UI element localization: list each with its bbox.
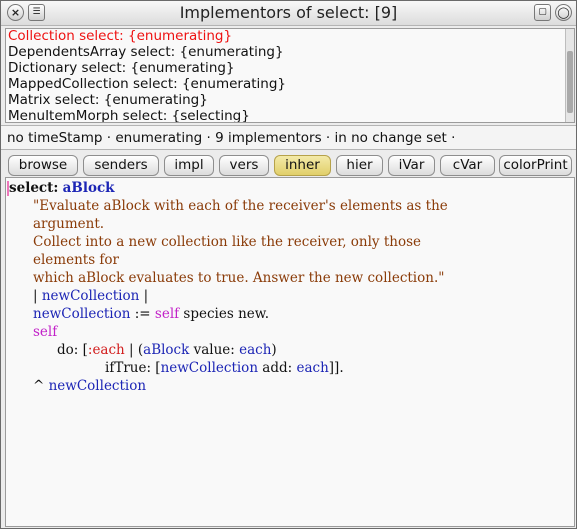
comment-line: "Evaluate aBlock with each of the receiv… — [33, 198, 448, 214]
return-operator: ^ — [33, 378, 49, 394]
iftrue-line: ifTrue: [newCollection add: each]]. — [105, 359, 344, 377]
implementors-window: × ☰ Implementors of select: [9] ▢ ◯ Coll… — [0, 0, 577, 529]
comment-line: elements for — [33, 252, 120, 268]
ivar-button[interactable]: iVar — [388, 155, 435, 176]
colorprint-button[interactable]: colorPrint — [499, 155, 572, 176]
assignment-line: newCollection := self species new. — [33, 305, 269, 323]
implementors-list[interactable]: Collection select: {enumerating} Depende… — [5, 28, 575, 123]
list-scrollbar[interactable] — [565, 29, 574, 122]
expand-icon[interactable]: ◯ — [555, 4, 572, 21]
inher-button[interactable]: inher — [274, 155, 331, 176]
self-receiver-line: self — [33, 324, 58, 340]
window-title: Implementors of select: [9] — [179, 3, 398, 22]
vers-button[interactable]: vers — [219, 155, 269, 176]
temp-variable: newCollection — [41, 288, 140, 304]
list-item[interactable]: Matrix select: {enumerating} — [8, 92, 208, 108]
temporaries-line: | newCollection | — [33, 287, 148, 305]
title-bar[interactable]: × ☰ Implementors of select: [9] ▢ ◯ — [1, 1, 576, 26]
return-line: ^ newCollection — [33, 377, 146, 395]
iftrue-receiver: newCollection — [160, 360, 259, 376]
code-editor[interactable]: select: aBlock "Evaluate aBlock with eac… — [5, 177, 575, 527]
list-item-selected[interactable]: Collection select: {enumerating} — [8, 29, 232, 44]
block-parameter: :each — [87, 342, 125, 358]
temps-close: | — [139, 288, 149, 304]
method-argument: aBlock — [62, 180, 115, 196]
list-scrollbar-thumb[interactable] — [567, 51, 573, 113]
assign-operator: := — [130, 306, 155, 322]
add-keyword: add: — [258, 360, 297, 376]
temps-open: | — [33, 288, 42, 304]
assign-expression: species new. — [179, 306, 270, 322]
cvar-button[interactable]: cVar — [440, 155, 495, 176]
senders-button[interactable]: senders — [83, 155, 159, 176]
return-value: newCollection — [48, 378, 147, 394]
value-keyword: value: — [189, 342, 240, 358]
do-close: ) — [271, 342, 277, 358]
status-text: no timeStamp · enumerating · 9 implement… — [7, 130, 456, 146]
iftrue-close: ]]. — [328, 360, 344, 376]
comment-line: Collect into a new collection like the r… — [33, 234, 422, 250]
list-item[interactable]: MenuItemMorph select: {selecting} — [8, 108, 250, 122]
hier-button[interactable]: hier — [336, 155, 383, 176]
comment-line: argument. — [33, 216, 105, 232]
each-reference: each — [296, 360, 329, 376]
iftrue-keyword: ifTrue: [ — [105, 360, 161, 376]
list-item[interactable]: Dictionary select: {enumerating} — [8, 60, 235, 76]
button-row: browse senders impl vers inher hier iVar… — [1, 153, 576, 177]
list-item[interactable]: DependentsArray select: {enumerating} — [8, 44, 284, 60]
method-selector: select: — [9, 180, 59, 196]
do-line: do: [:each | (aBlock value: each) — [57, 341, 277, 359]
collapse-icon[interactable]: ▢ — [534, 4, 551, 21]
do-separator: | ( — [124, 342, 144, 358]
assign-target: newCollection — [33, 306, 131, 322]
do-keyword: do: [ — [57, 342, 88, 358]
status-bar: no timeStamp · enumerating · 9 implement… — [1, 125, 576, 150]
method-header: select: aBlock — [9, 179, 115, 197]
self-keyword: self — [154, 306, 180, 322]
block-receiver: aBlock — [143, 342, 190, 358]
browse-button[interactable]: browse — [8, 155, 78, 176]
comment-line: which aBlock evaluates to true. Answer t… — [33, 270, 445, 286]
each-reference: each — [239, 342, 272, 358]
impl-button[interactable]: impl — [164, 155, 214, 176]
list-item[interactable]: MappedCollection select: {enumerating} — [8, 76, 286, 92]
